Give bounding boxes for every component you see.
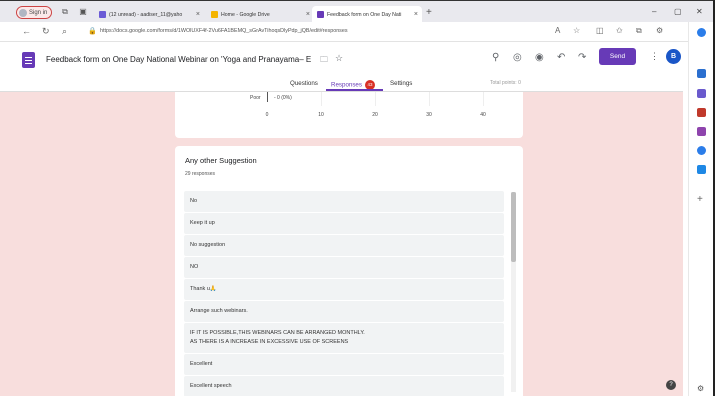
close-tab-icon[interactable]: × (414, 11, 418, 18)
response-count: 29 responses (185, 171, 216, 177)
forms-logo-icon[interactable] (22, 52, 35, 68)
x-tick-label: 20 (372, 112, 378, 118)
forms-favicon-icon (317, 11, 324, 18)
tab-label: Feedback form on One Day Nati (327, 11, 402, 18)
palette-icon[interactable]: ◎ (513, 52, 522, 63)
active-tab-indicator (326, 89, 383, 91)
sidebar-settings-icon[interactable]: ⚙ (697, 384, 704, 393)
games-icon[interactable] (697, 127, 706, 136)
y-axis-line (267, 92, 268, 102)
response-item: No (184, 191, 504, 212)
star-icon[interactable]: ☆ (335, 53, 343, 64)
tab-settings[interactable]: Settings (390, 80, 412, 87)
browser-tab-drive[interactable]: Home - Google Drive × (206, 6, 314, 23)
response-item: Excellent speech (184, 376, 504, 396)
suggestion-card: Any other Suggestion 29 responses No Keep… (175, 146, 523, 396)
browser-tab-mail[interactable]: (12 unread) - aadiser_11@yaho × (94, 6, 204, 23)
send-button[interactable]: Send (599, 48, 636, 65)
lock-icon[interactable]: 🔒 (88, 27, 97, 35)
new-tab-button[interactable]: + (426, 7, 432, 18)
collections-icon[interactable]: ⧉ (636, 26, 642, 36)
rating-chart-card: 0 10 20 30 40 Poor - 0 (0%) (175, 92, 523, 138)
bar-value-label: - 0 (0%) (274, 95, 292, 101)
response-item: Keep it up (184, 213, 504, 234)
add-sidebar-app-icon[interactable]: + (697, 194, 703, 205)
shopping-icon[interactable] (697, 108, 706, 117)
back-icon[interactable]: ← (22, 26, 31, 36)
more-options-icon[interactable]: ⋮ (650, 51, 659, 62)
preview-eye-icon[interactable]: ◉ (535, 52, 544, 63)
search-sidebar-icon[interactable] (697, 69, 706, 78)
favorite-star-icon[interactable]: ☆ (573, 26, 580, 35)
close-window-button[interactable]: ✕ (696, 7, 703, 16)
search-icon[interactable]: ⌕ (62, 26, 67, 37)
addons-icon[interactable]: ⚲ (492, 52, 499, 63)
tab-label: Home - Google Drive (221, 11, 270, 18)
form-title[interactable]: Feedback form on One Day National Webina… (46, 55, 311, 64)
split-screen-icon[interactable]: ◫ (596, 26, 604, 35)
responses-panel: 0 10 20 30 40 Poor - 0 (0%) Any other Suggesti… (0, 92, 683, 396)
profile-sign-in-button[interactable]: Sign in (16, 6, 52, 19)
x-tick-label: 30 (426, 112, 432, 118)
refresh-icon[interactable]: ↻ (42, 26, 50, 37)
minimize-button[interactable]: – (652, 7, 656, 16)
response-item: Arrange such webinars. (184, 301, 504, 322)
response-scrollbar[interactable] (511, 192, 516, 262)
favorites-icon[interactable]: ✩ (616, 26, 623, 35)
outlook-icon[interactable] (697, 165, 706, 174)
folder-icon[interactable]: 🗀 (320, 54, 328, 68)
copilot-icon[interactable] (697, 28, 706, 37)
category-label: Poor (250, 95, 261, 101)
forms-header: Feedback form on One Day National Webina… (0, 42, 683, 92)
profile-icon (19, 8, 27, 17)
tab-actions-icon[interactable]: ▣ (78, 7, 88, 17)
url-field[interactable]: https://docs.google.com/forms/d/1WOlUXF4… (100, 28, 348, 34)
response-item: Excellent (184, 354, 504, 375)
drive-favicon-icon (211, 11, 218, 18)
grid-line (375, 92, 376, 106)
tab-label: (12 unread) - aadiser_11@yaho (109, 11, 183, 18)
browser-tab-forms[interactable]: Feedback form on One Day Nati × (312, 6, 422, 23)
response-item: No suggestion (184, 235, 504, 256)
mail-favicon-icon (99, 11, 106, 18)
tools-icon[interactable] (697, 89, 706, 98)
question-title: Any other Suggestion (185, 156, 257, 165)
close-tab-icon[interactable]: × (196, 11, 200, 18)
grid-line (483, 92, 484, 106)
workspaces-icon[interactable]: ⧉ (60, 7, 70, 17)
help-button[interactable]: ? (666, 380, 676, 390)
tab-responses-label: Responses (331, 81, 362, 89)
extensions-icon[interactable]: ⚙ (656, 26, 663, 35)
browser-tab-strip: Sign in ⧉ ▣ (12 unread) - aadiser_11@yah… (0, 0, 715, 23)
grid-line (321, 92, 322, 106)
undo-icon[interactable]: ↶ (557, 52, 565, 63)
x-tick-label: 10 (318, 112, 324, 118)
response-item: NO (184, 257, 504, 278)
x-tick-label: 40 (480, 112, 486, 118)
response-item: IF IT IS POSSIBLE,THIS WEBINARS CAN BE A… (184, 323, 504, 353)
redo-icon[interactable]: ↷ (578, 52, 586, 63)
response-item: Thank u🙏 (184, 279, 504, 300)
grid-line (429, 92, 430, 106)
office-icon[interactable] (697, 146, 706, 155)
total-points: Total points: 0 (490, 80, 521, 86)
read-aloud-icon[interactable]: A (555, 26, 560, 35)
edge-sidebar: + ⚙ (688, 22, 715, 396)
account-avatar[interactable]: B (666, 49, 681, 64)
x-tick-label: 0 (265, 112, 269, 118)
close-tab-icon[interactable]: × (306, 11, 310, 18)
tab-questions[interactable]: Questions (290, 80, 318, 87)
profile-label: Sign in (29, 9, 48, 16)
address-bar: ← ↻ ⌕ 🔒 https://docs.google.com/forms/d/… (0, 22, 715, 42)
maximize-button[interactable]: ▢ (674, 7, 682, 16)
